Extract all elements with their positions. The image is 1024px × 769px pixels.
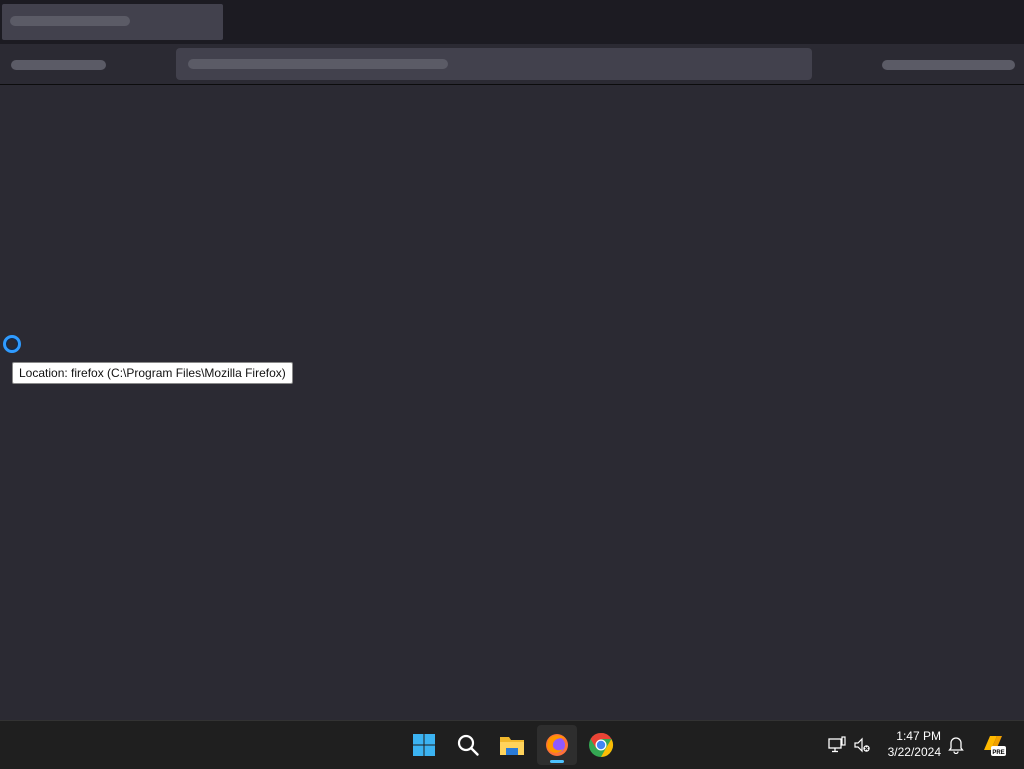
copilot-pre-icon[interactable]: PRE bbox=[980, 732, 1006, 758]
active-indicator bbox=[550, 760, 564, 763]
search-icon bbox=[457, 734, 479, 756]
nav-buttons-placeholder bbox=[11, 60, 106, 70]
busy-cursor-icon bbox=[3, 335, 21, 353]
search-button[interactable] bbox=[448, 725, 488, 765]
firefox-button[interactable] bbox=[537, 725, 577, 765]
network-icon[interactable] bbox=[826, 734, 848, 756]
location-tooltip: Location: firefox (C:\Program Files\Mozi… bbox=[12, 362, 293, 384]
url-text-placeholder bbox=[188, 59, 448, 69]
clock-time: 1:47 PM bbox=[896, 729, 941, 743]
navigation-toolbar bbox=[0, 44, 1024, 85]
folder-icon bbox=[500, 737, 524, 755]
tab-title-placeholder bbox=[10, 16, 130, 26]
windows-logo-icon bbox=[413, 734, 435, 756]
tab-strip bbox=[0, 0, 1024, 44]
svg-text:PRE: PRE bbox=[992, 750, 1004, 756]
start-button[interactable] bbox=[404, 725, 444, 765]
firefox-icon bbox=[546, 734, 568, 756]
chrome-icon bbox=[589, 733, 614, 757]
taskbar: 1:47 PM 3/22/2024 PRE bbox=[0, 720, 1024, 769]
address-bar-placeholder[interactable] bbox=[176, 48, 812, 80]
tab-placeholder[interactable] bbox=[2, 4, 223, 40]
chrome-button[interactable] bbox=[581, 725, 621, 765]
page-content bbox=[0, 85, 1024, 720]
volume-muted-icon[interactable] bbox=[851, 734, 873, 756]
clock-date: 3/22/2024 bbox=[887, 745, 941, 759]
toolbar-icons-placeholder bbox=[882, 60, 1015, 70]
clock[interactable]: 1:47 PM 3/22/2024 bbox=[888, 728, 941, 760]
file-explorer-button[interactable] bbox=[492, 725, 532, 765]
notification-bell-icon[interactable] bbox=[945, 734, 967, 756]
